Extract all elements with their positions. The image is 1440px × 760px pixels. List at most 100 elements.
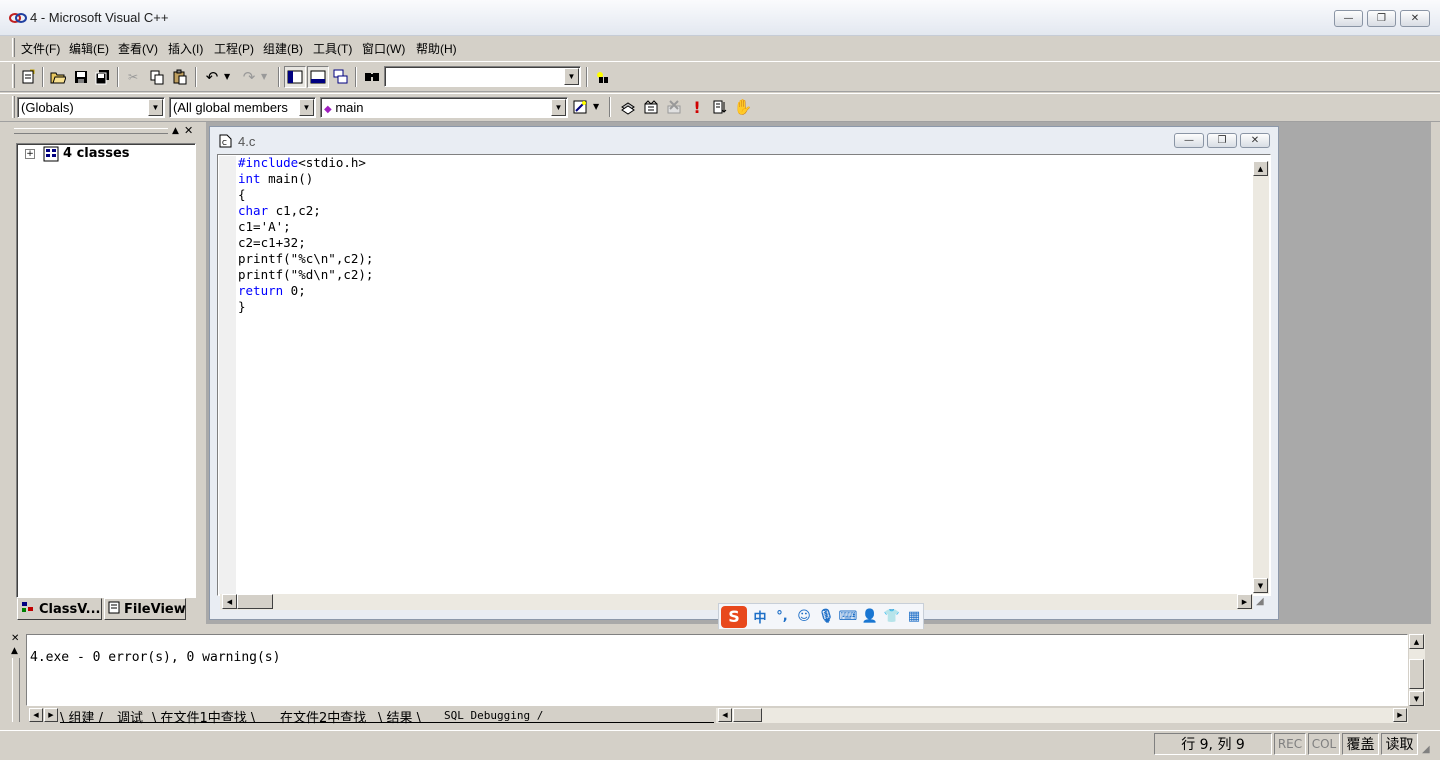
code-line[interactable]: char c1,c2; (238, 203, 373, 219)
code-editor[interactable] (217, 154, 1271, 596)
wizardbar-grip[interactable] (12, 96, 15, 118)
menu-tools[interactable]: 工具(T) (313, 40, 352, 57)
chevron-down-icon[interactable]: ▼ (299, 99, 314, 116)
output-text-area[interactable] (26, 634, 1408, 706)
open-icon[interactable] (47, 66, 69, 88)
workspace-gripper[interactable] (14, 128, 168, 134)
scroll-left-icon[interactable]: ◀ (718, 708, 732, 722)
go-icon[interactable] (709, 96, 731, 118)
copy-icon[interactable] (146, 66, 168, 88)
editor-vertical-scrollbar[interactable] (1253, 161, 1269, 594)
doc-maximize-button[interactable]: ❐ (1207, 133, 1237, 148)
code-text[interactable]: #include<stdio.h> int main(){char c1,c2; c… (238, 155, 373, 315)
new-text-file-icon[interactable] (17, 66, 39, 88)
output-scroll-thumb[interactable] (1409, 659, 1424, 689)
paste-icon[interactable] (169, 66, 191, 88)
scroll-left-icon[interactable]: ◀ (222, 594, 237, 609)
workspace-maximize-icon[interactable]: ▲ (172, 126, 182, 136)
toolbox-icon[interactable]: ▦ (905, 608, 923, 626)
output-horizontal-scrollbar[interactable] (716, 708, 1408, 723)
scroll-down-icon[interactable]: ▼ (1409, 691, 1424, 706)
menu-insert[interactable]: 插入(I) (168, 40, 203, 57)
scroll-down-icon[interactable]: ▼ (1253, 578, 1268, 593)
menu-help[interactable]: 帮助(H) (416, 40, 457, 57)
menu-project[interactable]: 工程(P) (214, 40, 254, 57)
code-line[interactable]: } (238, 299, 373, 315)
output-hscroll-thumb[interactable] (733, 708, 762, 722)
ime-toolbar[interactable]: S 中 °, ☺ 🎙 ⌨ 👤 👕 ▦ (718, 603, 924, 630)
toolbar-grip[interactable] (12, 64, 15, 88)
menu-view[interactable]: 查看(V) (118, 40, 158, 57)
code-line[interactable]: printf("%d\n",c2); (238, 267, 373, 283)
output-icon[interactable] (307, 66, 329, 88)
code-line[interactable]: printf("%c\n",c2); (238, 251, 373, 267)
microphone-icon[interactable]: 🎙 (817, 608, 835, 626)
wizard-action-dropdown-icon[interactable]: ▼ (593, 102, 599, 111)
menu-grip[interactable] (12, 38, 15, 57)
menu-edit[interactable]: 编辑(E) (69, 40, 109, 57)
menu-build[interactable]: 组建(B) (263, 40, 303, 57)
ime-chinese-mode[interactable]: 中 (751, 608, 769, 626)
output-tab-sql-debugging[interactable]: SQL Debugging / (444, 709, 543, 726)
scroll-up-icon[interactable]: ▲ (1253, 161, 1268, 176)
tree-expand-icon[interactable]: + (25, 149, 35, 159)
save-all-icon[interactable] (92, 66, 114, 88)
find-in-files-icon[interactable] (361, 66, 383, 88)
close-button[interactable]: ✕ (1400, 10, 1430, 27)
code-line[interactable]: #include<stdio.h> (238, 155, 373, 171)
cut-icon[interactable]: ✂ (122, 66, 144, 88)
execute-icon[interactable]: ! (686, 96, 708, 118)
window-list-icon[interactable] (330, 66, 352, 88)
member-combo[interactable]: ◆ main ▼ (320, 97, 568, 118)
emoji-icon[interactable]: ☺ (795, 608, 813, 626)
find-combo[interactable]: ▼ (384, 66, 581, 87)
user-icon[interactable]: 👤 (861, 608, 879, 626)
class-combo[interactable]: (Globals) ▼ (17, 97, 165, 118)
undo-icon[interactable]: ↶ (201, 66, 223, 88)
tree-root-label[interactable]: 4 classes (63, 146, 130, 161)
menu-file[interactable]: 文件(F) (21, 40, 60, 57)
chevron-down-icon[interactable]: ▼ (564, 68, 579, 85)
undo-dropdown-icon[interactable]: ▼ (224, 72, 230, 81)
output-close-icon[interactable]: ✕ (11, 633, 19, 644)
scroll-right-icon[interactable]: ▶ (1393, 708, 1407, 722)
doc-close-button[interactable]: ✕ (1240, 133, 1270, 148)
tab-scroll-next-icon[interactable]: ▶ (44, 708, 58, 722)
code-line[interactable]: c2=c1+32; (238, 235, 373, 251)
maximize-button[interactable]: ❐ (1367, 10, 1396, 27)
workspace-icon[interactable] (284, 66, 306, 88)
redo-dropdown-icon[interactable]: ▼ (261, 72, 267, 81)
sogou-logo-icon[interactable]: S (721, 605, 747, 628)
keyboard-icon[interactable]: ⌨ (839, 608, 858, 626)
doc-minimize-button[interactable]: — (1174, 133, 1204, 148)
code-line[interactable]: return 0; (238, 283, 373, 299)
workspace-close-icon[interactable]: ✕ (184, 125, 196, 137)
ime-punctuation-mode[interactable]: °, (773, 608, 791, 626)
build-icon[interactable] (640, 96, 662, 118)
code-line[interactable]: int main() (238, 171, 373, 187)
minimize-button[interactable]: — (1334, 10, 1363, 27)
output-gripper[interactable] (12, 658, 20, 722)
tab-fileview[interactable]: FileView (104, 598, 186, 620)
class-tree[interactable] (16, 143, 196, 598)
editor-gutter[interactable] (219, 156, 236, 594)
stop-build-icon[interactable] (663, 96, 685, 118)
save-icon[interactable] (70, 66, 92, 88)
chevron-down-icon[interactable]: ▼ (551, 99, 566, 116)
output-maximize-icon[interactable]: ▲ (11, 646, 18, 656)
scroll-right-icon[interactable]: ▶ (1237, 594, 1252, 609)
statusbar-size-grip-icon[interactable]: ◢ (1422, 744, 1430, 755)
chevron-down-icon[interactable]: ▼ (148, 99, 163, 116)
horizontal-scroll-thumb[interactable] (237, 594, 273, 609)
code-line[interactable]: { (238, 187, 373, 203)
tab-scroll-first-icon[interactable]: ◀ (29, 708, 43, 722)
code-line[interactable]: c1='A'; (238, 219, 373, 235)
skin-icon[interactable]: 👕 (883, 608, 901, 626)
tab-classview[interactable]: ClassV... (17, 598, 102, 620)
find-icon[interactable] (591, 66, 613, 88)
redo-icon[interactable]: ↷ (238, 66, 260, 88)
menu-window[interactable]: 窗口(W) (362, 40, 405, 57)
breakpoint-icon[interactable]: ✋ (732, 96, 754, 118)
wizard-action-icon[interactable] (569, 96, 591, 118)
scroll-up-icon[interactable]: ▲ (1409, 634, 1424, 649)
